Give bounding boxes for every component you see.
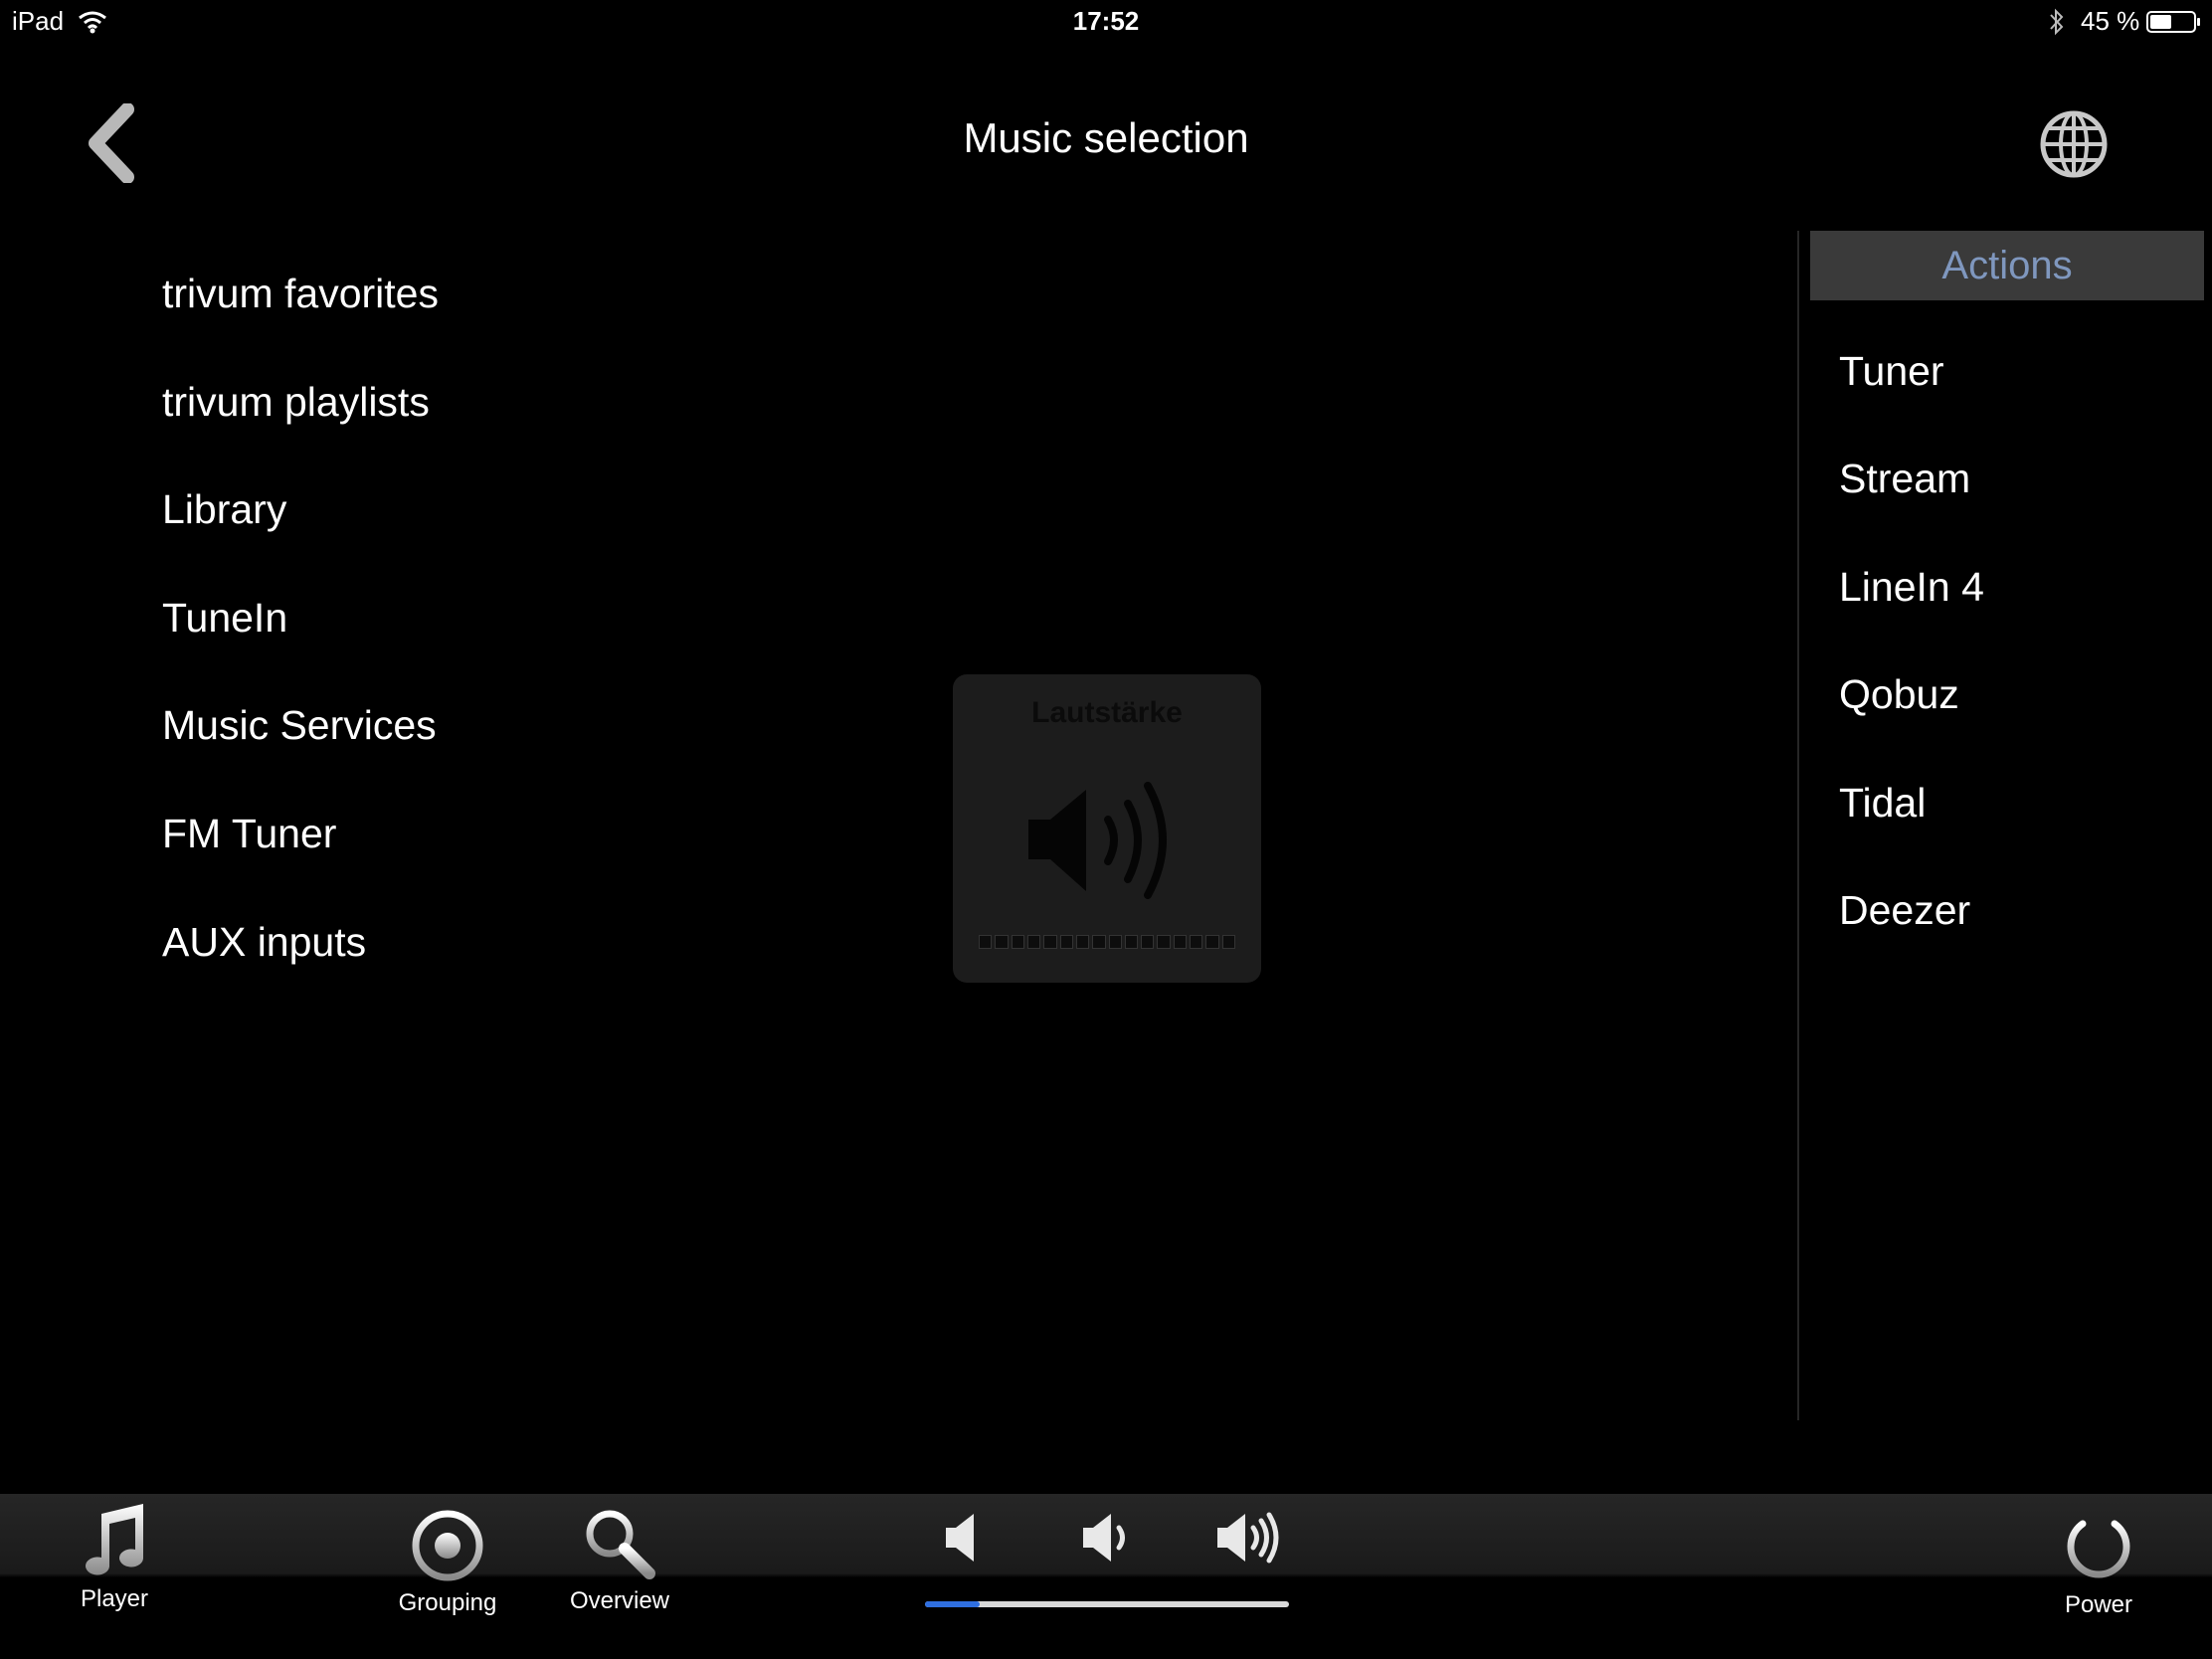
page-title: Music selection xyxy=(963,114,1249,161)
action-item-linein-4[interactable]: LineIn 4 xyxy=(1839,564,1984,611)
actions-header: Actions xyxy=(1810,231,2204,300)
tab-player[interactable]: Player xyxy=(65,1502,164,1621)
volume-down-button[interactable] xyxy=(1069,1510,1139,1566)
volume-level-segment xyxy=(1124,935,1139,949)
volume-level-segment xyxy=(1011,935,1024,949)
music-note-icon xyxy=(86,1504,144,1575)
speaker-high-icon xyxy=(1217,1512,1279,1564)
battery-icon xyxy=(2146,10,2202,41)
volume-level-segment xyxy=(1075,935,1090,949)
volume-level-segment xyxy=(1157,935,1171,949)
bluetooth-icon xyxy=(2047,8,2067,43)
volume-level-segment xyxy=(1092,935,1106,949)
volume-level-segment xyxy=(1043,935,1057,949)
status-bar: iPad 17:52 45 % xyxy=(0,0,2212,44)
volume-level-segment xyxy=(979,935,993,949)
action-item-stream[interactable]: Stream xyxy=(1839,456,1970,502)
volume-level-segment xyxy=(1173,935,1188,949)
volume-level-segment xyxy=(995,935,1009,949)
tab-power-label: Power xyxy=(2064,1591,2133,1618)
volume-level-segment xyxy=(1205,935,1219,949)
magnifier-icon xyxy=(586,1510,655,1579)
menu-item-aux-inputs[interactable]: AUX inputs xyxy=(162,919,366,966)
volume-up-button[interactable] xyxy=(1213,1510,1283,1566)
volume-slider[interactable] xyxy=(925,1601,1289,1607)
tab-overview[interactable]: Overview xyxy=(562,1504,677,1623)
speaker-icon xyxy=(1024,772,1194,916)
action-item-tuner[interactable]: Tuner xyxy=(1839,348,1944,395)
menu-item-fm-tuner[interactable]: FM Tuner xyxy=(162,811,336,857)
panel-divider xyxy=(1797,231,1799,1420)
menu-item-trivum-favorites[interactable]: trivum favorites xyxy=(162,271,439,317)
tab-grouping[interactable]: Grouping xyxy=(393,1504,502,1623)
tab-power[interactable]: Power xyxy=(2044,1504,2153,1623)
speaker-mute-icon xyxy=(946,1514,974,1562)
tab-overview-label: Overview xyxy=(569,1587,670,1614)
speaker-low-icon xyxy=(1083,1514,1125,1562)
tab-grouping-label: Grouping xyxy=(398,1589,497,1616)
menu-item-tunein[interactable]: TuneIn xyxy=(162,595,287,642)
action-item-tidal[interactable]: Tidal xyxy=(1839,780,1926,827)
volume-overlay-title: Lautstärke xyxy=(1031,696,1183,729)
power-icon xyxy=(2067,1506,2130,1578)
battery-percentage: 45 % xyxy=(2081,6,2140,36)
globe-icon xyxy=(2040,110,2108,178)
volume-level-segment xyxy=(1026,935,1041,949)
volume-level-segment xyxy=(1108,935,1122,949)
volume-overlay: Lautstärke xyxy=(953,674,1261,983)
volume-level-segment xyxy=(1059,935,1073,949)
volume-level-segment xyxy=(1141,935,1155,949)
volume-level-segment xyxy=(1190,935,1203,949)
menu-item-library[interactable]: Library xyxy=(162,486,286,533)
menu-item-trivum-playlists[interactable]: trivum playlists xyxy=(162,379,430,426)
action-item-qobuz[interactable]: Qobuz xyxy=(1839,671,1959,718)
volume-mute-button[interactable] xyxy=(930,1510,1000,1566)
globe-button[interactable] xyxy=(2039,109,2109,179)
tab-player-label: Player xyxy=(80,1585,149,1612)
menu-item-music-services[interactable]: Music Services xyxy=(162,702,437,749)
volume-slider-fill xyxy=(925,1601,980,1607)
volume-level-segment xyxy=(1221,935,1235,949)
status-time: 17:52 xyxy=(1072,6,1140,36)
action-item-deezer[interactable]: Deezer xyxy=(1839,887,1970,934)
volume-overlay-level xyxy=(979,935,1235,949)
target-icon xyxy=(412,1510,483,1581)
